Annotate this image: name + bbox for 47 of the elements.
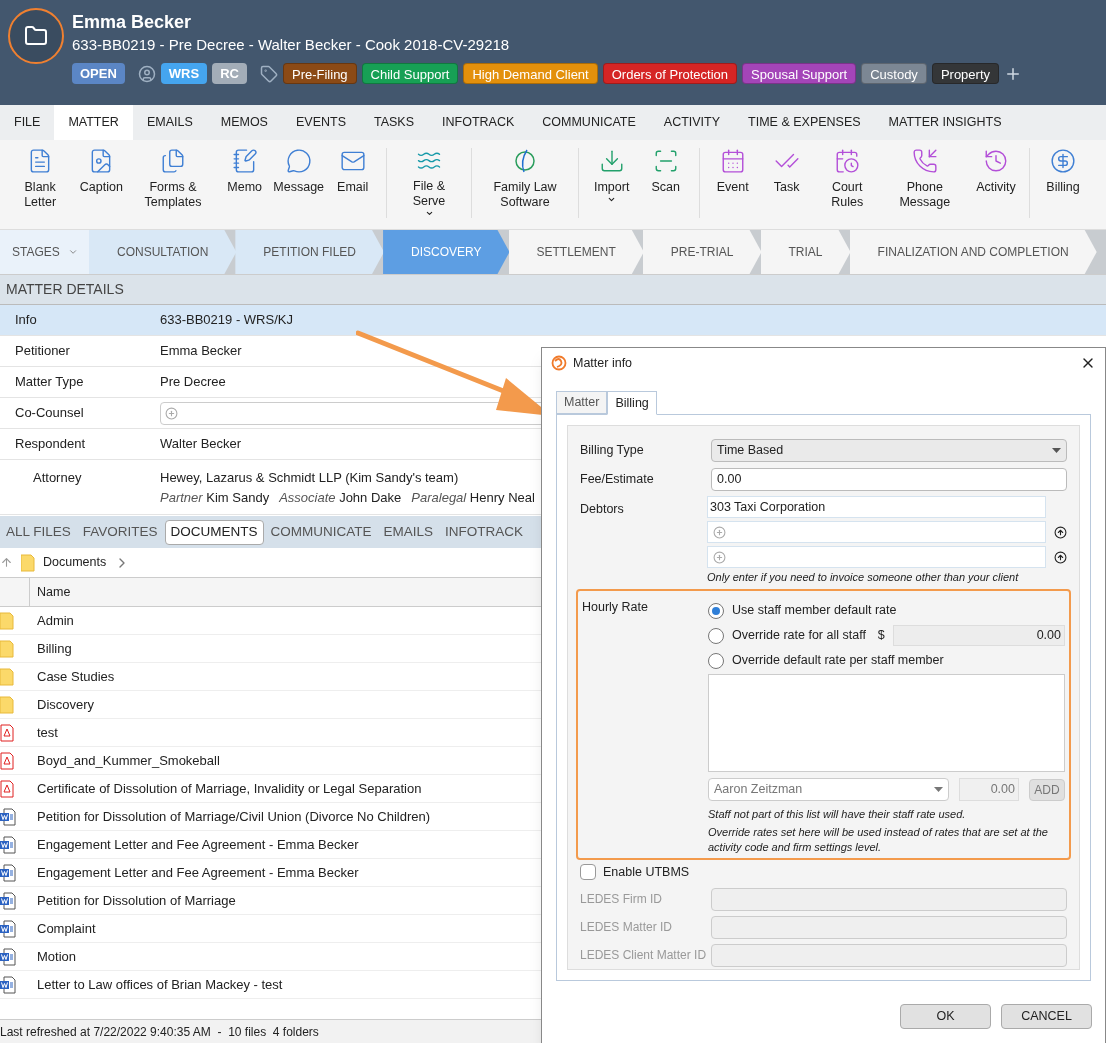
field-label: LEDES Matter ID	[580, 919, 674, 936]
file-name: Letter to Law offices of Brian Mackey - test	[37, 975, 283, 994]
team-member: Partner Kim Sandy	[160, 488, 270, 507]
radio-label: Override rate for all staff	[732, 627, 866, 645]
detail-value: 633-BB0219 - WRS/KJ	[160, 311, 293, 330]
detail-label: Petitioner	[14, 342, 71, 361]
currency-symbol: $	[877, 627, 885, 645]
file-name: Engagement Letter and Fee Agreement - Emma Becker	[37, 863, 359, 882]
field-label: LEDES Firm ID	[580, 891, 663, 908]
field-label: Fee/Estimate	[580, 470, 655, 488]
note-text: Staff not part of this list will have their staff rate used.	[708, 807, 967, 821]
field-label: Hourly Rate	[582, 599, 649, 616]
dialog-title: Matter info	[573, 354, 634, 372]
file-name: Billing	[37, 639, 72, 658]
detail-label: Info	[14, 311, 38, 330]
note-text: Override rates set here will be used instead of rates that are set at the activity code and firm settings level.	[708, 825, 1049, 855]
checkbox-label: Enable UTBMS	[603, 863, 690, 881]
file-name: Petition for Dissolution of Marriage	[37, 891, 236, 910]
file-name: Case Studies	[37, 667, 115, 686]
detail-label: Co-Counsel	[14, 404, 85, 423]
detail-label: Respondent	[14, 435, 87, 454]
field-label: Billing Type	[580, 441, 645, 459]
client-name: Emma Becker	[72, 11, 193, 34]
detail-value: Walter Becker	[160, 435, 242, 454]
file-name: Complaint	[37, 919, 96, 938]
file-name: Engagement Letter and Fee Agreement - Emma Becker	[37, 835, 359, 854]
radio-label: Use staff member default rate	[732, 602, 897, 620]
detail-label: Matter Type	[14, 373, 85, 392]
detail-label: Attorney	[32, 469, 83, 487]
radio-label: Override default rate per staff member	[732, 652, 944, 670]
field-label: Debtors	[580, 501, 625, 518]
detail-value: Emma Becker	[160, 342, 242, 361]
field-label: LEDES Client Matter ID	[580, 947, 708, 964]
file-name: Admin	[37, 611, 74, 630]
file-name: Boyd_and_Kummer_Smokeball	[37, 751, 220, 770]
file-name: test	[37, 723, 58, 742]
debtors-hint: Only enter if you need to invoice someone other than your client	[707, 571, 1020, 584]
file-name: Petition for Dissolution of Marriage/Civil Union (Divorce No Children)	[37, 807, 431, 826]
matter-subtitle: 633-BB0219 - Pre Decree - Walter Becker - Cook 2018-CV-29218	[72, 35, 511, 55]
file-name: Certificate of Dissolution of Marriage, Invalidity or Legal Separation	[37, 779, 422, 798]
section-header: MATTER DETAILS	[0, 275, 1106, 305]
team-member: Associate John Dake	[279, 488, 402, 507]
file-name: Discovery	[37, 695, 95, 714]
team-member: Paralegal Henry Neal	[411, 488, 535, 507]
detail-value: Hewey, Lazarus & Schmidt LLP (Kim Sandy's team)	[160, 469, 460, 487]
detail-value: Pre Decree	[160, 373, 226, 392]
file-name: Motion	[37, 947, 77, 966]
